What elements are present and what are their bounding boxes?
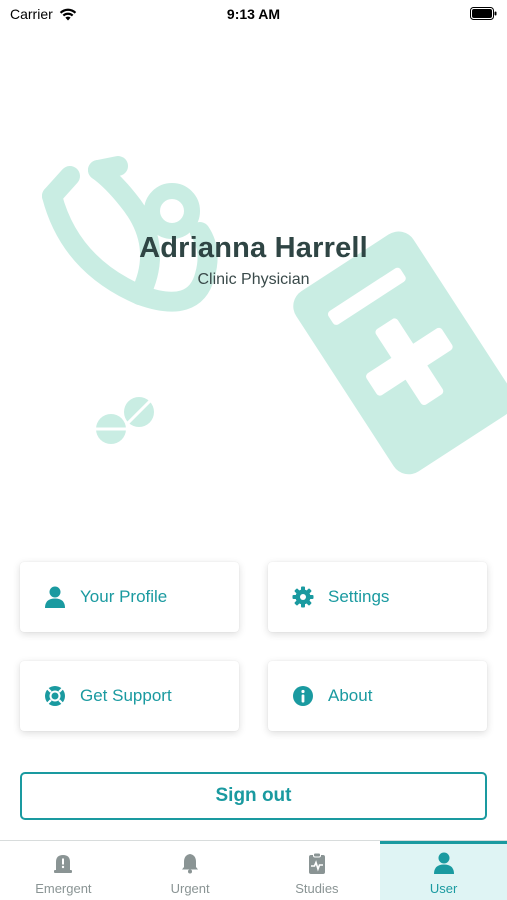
lifebuoy-icon [44, 685, 66, 707]
bell-icon [179, 851, 201, 875]
tab-user-label: User [429, 881, 458, 896]
siren-icon [52, 851, 74, 875]
your-profile-button[interactable]: Your Profile [20, 562, 239, 632]
tab-urgent[interactable]: Urgent [127, 841, 254, 900]
tab-studies-label: Studies [295, 881, 339, 896]
gear-icon [292, 586, 314, 608]
user-icon [433, 851, 454, 875]
tab-emergent[interactable]: Emergent [0, 841, 127, 900]
about-button[interactable]: About [268, 661, 487, 731]
user-icon [44, 586, 66, 608]
clipboard-pulse-icon [306, 851, 328, 875]
tab-studies[interactable]: Studies [254, 841, 381, 900]
sign-out-button[interactable]: Sign out [20, 772, 487, 820]
tab-emergent-label: Emergent [35, 881, 92, 896]
your-profile-label: Your Profile [80, 587, 168, 606]
user-role: Clinic Physician [197, 271, 310, 288]
pills-icon [96, 397, 154, 444]
settings-button[interactable]: Settings [268, 562, 487, 632]
tab-user[interactable]: User [380, 841, 507, 900]
user-info: Adrianna Harrell Clinic Physician [0, 232, 507, 289]
tab-urgent-label: Urgent [170, 881, 210, 896]
about-label: About [328, 686, 373, 705]
tab-bar: Emergent Urgent Studies User [0, 840, 507, 900]
user-name: Adrianna Harrell [139, 232, 368, 264]
info-icon [292, 685, 314, 707]
get-support-button[interactable]: Get Support [20, 661, 239, 731]
get-support-label: Get Support [80, 686, 172, 705]
settings-label: Settings [328, 587, 390, 606]
